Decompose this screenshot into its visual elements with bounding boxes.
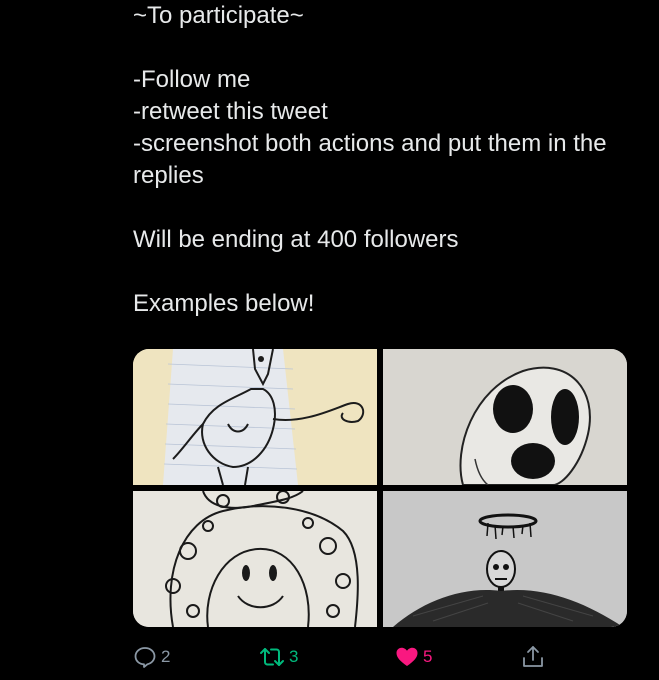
media-image-4[interactable] <box>383 491 627 627</box>
retweet-button[interactable]: 3 <box>259 642 298 672</box>
tweet-actions-bar: 2 3 5 <box>133 642 553 672</box>
sketch-winged-figure-image <box>383 491 627 627</box>
like-button[interactable]: 5 <box>395 642 432 672</box>
retweet-count: 3 <box>289 647 299 666</box>
tweet-line-retweet: -retweet this tweet <box>133 98 328 125</box>
tweet-line-screenshot: -screenshot both actions and put them in… <box>133 130 607 189</box>
media-grid <box>133 349 627 627</box>
media-image-2[interactable] <box>383 349 627 485</box>
sketch-smiling-mushroom-image <box>133 491 377 627</box>
tweet-line-follow: -Follow me <box>133 66 251 93</box>
media-image-3[interactable] <box>133 491 377 627</box>
reply-icon <box>134 647 156 668</box>
tweet-line-ending: Will be ending at 400 followers <box>133 226 459 253</box>
media-image-1[interactable] <box>133 349 377 485</box>
tweet-text: ~To participate~ -Follow me -retweet thi… <box>133 0 633 320</box>
heart-icon <box>396 647 418 666</box>
share-icon <box>523 646 543 667</box>
tweet-line-examples: Examples below! <box>133 290 315 317</box>
sketch-mask-image <box>383 349 627 485</box>
tweet-line-heading: ~To participate~ <box>133 2 304 29</box>
sketch-tall-figure-image <box>133 349 377 485</box>
reply-count: 2 <box>161 647 171 666</box>
like-count: 5 <box>423 647 433 666</box>
reply-button[interactable]: 2 <box>133 642 170 672</box>
retweet-icon <box>260 648 284 666</box>
share-button[interactable] <box>521 642 545 672</box>
